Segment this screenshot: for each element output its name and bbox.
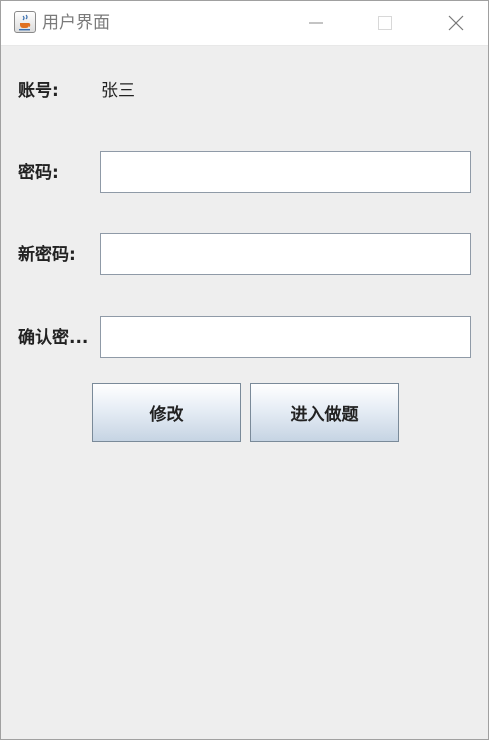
minimize-icon [309,22,323,24]
confirm-password-field[interactable] [100,316,471,358]
user-window: 用户界面 账号: 张三 密码: 新密码: 确认密... 修改 进入做题 [0,0,489,740]
new-password-label: 新密码: [18,245,76,265]
java-app-icon [14,11,36,33]
account-label: 账号: [18,81,59,101]
maximize-icon [378,16,392,30]
enter-quiz-button[interactable]: 进入做题 [250,383,399,442]
window-title: 用户界面 [42,13,110,33]
password-label: 密码: [18,163,59,183]
maximize-button[interactable] [361,1,409,45]
title-bar[interactable]: 用户界面 [1,1,488,46]
close-button[interactable] [432,1,480,45]
new-password-field[interactable] [100,233,471,275]
close-icon [448,15,464,31]
modify-button[interactable]: 修改 [92,383,241,442]
minimize-button[interactable] [292,1,340,45]
confirm-password-label: 确认密... [18,328,89,348]
password-field[interactable] [100,151,471,193]
account-value: 张三 [101,81,135,101]
